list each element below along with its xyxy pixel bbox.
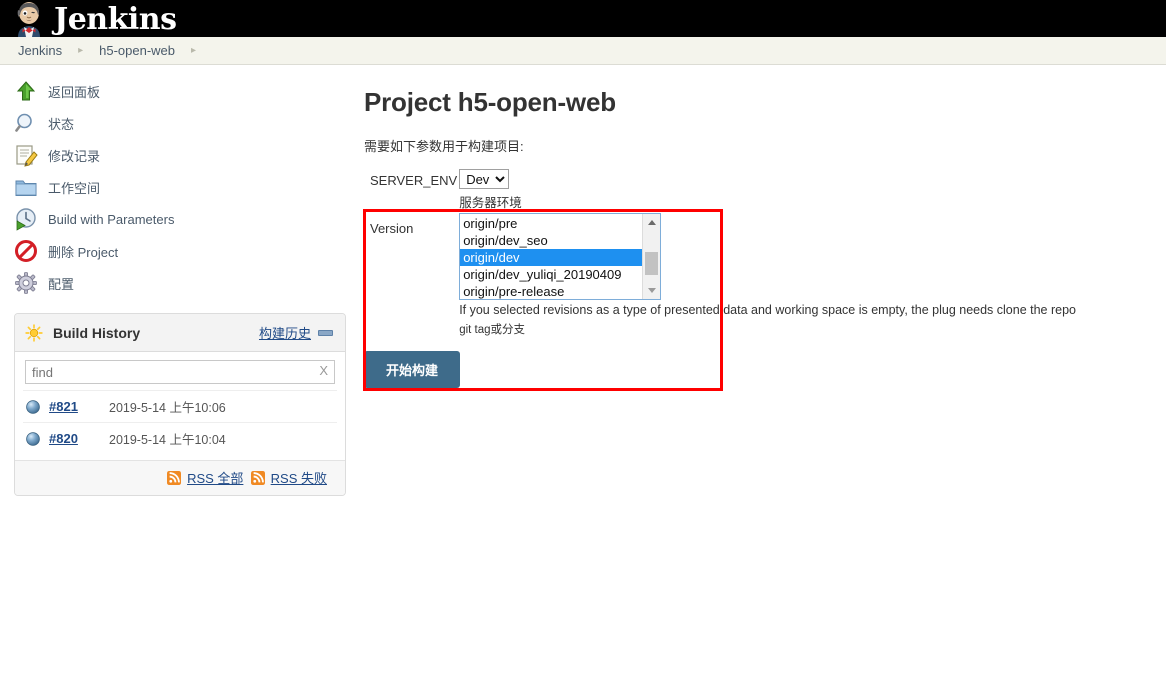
- parameter-control-cell: Dev 服务器环境: [459, 169, 1076, 211]
- gear-icon: [15, 272, 37, 294]
- top-header: Jenkins: [0, 0, 1166, 37]
- sidebar-item-status[interactable]: 状态: [0, 107, 360, 139]
- folder-icon: [15, 180, 37, 196]
- sidebar-item-label: 配置: [48, 276, 75, 292]
- sidebar-item-build-with-parameters[interactable]: Build with Parameters: [0, 203, 360, 235]
- collapse-icon[interactable]: [318, 329, 333, 336]
- main-content: Project h5-open-web 需要如下参数用于构建项目: SERVER…: [360, 65, 1166, 391]
- rss-failed-link[interactable]: RSS 失败: [271, 471, 327, 486]
- sidebar-item-label: 工作空间: [48, 180, 101, 196]
- no-entry-icon: [15, 240, 37, 262]
- start-build-button[interactable]: 开始构建: [364, 351, 461, 388]
- parameter-description: 服务器环境: [459, 196, 522, 210]
- blue-ball-icon: [26, 399, 40, 414]
- listbox-scrollbar[interactable]: [642, 214, 661, 299]
- jenkins-wordmark: Jenkins: [54, 2, 177, 37]
- list-item-selected[interactable]: origin/dev: [460, 249, 643, 266]
- jenkins-logo[interactable]: Jenkins: [10, 0, 177, 37]
- blue-ball-icon: [26, 431, 40, 446]
- breadcrumb-separator-icon: ▸: [78, 44, 84, 56]
- list-item[interactable]: origin/pre-release: [460, 283, 642, 299]
- sidebar-item-configure[interactable]: 配置: [0, 267, 360, 299]
- page-body: 返回面板 状态 修改记录 工作空间 Build with Parameters …: [0, 65, 1166, 496]
- parameters-intro: 需要如下参数用于构建项目:: [364, 139, 524, 154]
- parameter-control-cell: origin/pre origin/dev_seo origin/dev ori…: [459, 211, 1076, 337]
- rss-all-link[interactable]: RSS 全部: [187, 471, 243, 486]
- build-date: 2019-5-14 上午10:04: [109, 433, 226, 447]
- notepad-pencil-icon: [16, 145, 38, 167]
- build-history-header: Build History 构建历史: [15, 314, 345, 352]
- breadcrumb-item-jenkins[interactable]: Jenkins: [16, 43, 64, 58]
- parameter-label: SERVER_ENV: [370, 173, 458, 188]
- breadcrumb-separator-icon-2: ▸: [191, 44, 197, 56]
- table-row[interactable]: #821 2019-5-14 上午10:06: [23, 390, 337, 422]
- version-listbox[interactable]: origin/pre origin/dev_seo origin/dev ori…: [459, 213, 662, 300]
- build-history-title: Build History: [53, 324, 141, 341]
- sidebar-item-label: 修改记录: [48, 148, 101, 164]
- parameter-row-version: Version origin/pre origin/dev_seo origin…: [370, 211, 1076, 337]
- parameters-table: SERVER_ENV Dev 服务器环境 Version origin/pre …: [370, 169, 1076, 337]
- sidebar-item-back-to-dashboard[interactable]: 返回面板: [0, 75, 360, 107]
- server-env-select[interactable]: Dev: [459, 169, 510, 189]
- search-input[interactable]: [25, 360, 335, 384]
- scroll-down-arrow-icon[interactable]: [643, 282, 661, 299]
- build-history-footer: RSS 全部 RSS 失败: [15, 460, 345, 495]
- build-date: 2019-5-14 上午10:06: [109, 401, 226, 415]
- build-history-trend-link[interactable]: 构建历史: [259, 323, 311, 342]
- parameter-row-server-env: SERVER_ENV Dev 服务器环境: [370, 169, 1076, 211]
- scroll-up-arrow-icon[interactable]: [643, 214, 661, 231]
- up-arrow-icon: [16, 81, 36, 101]
- sidebar-item-label: 状态: [48, 116, 75, 132]
- build-history-body: X #821 2019-5-14 上午10:06: [15, 352, 345, 454]
- sidebar-item-label: Build with Parameters: [48, 211, 175, 227]
- build-find-wrap: X: [25, 360, 335, 384]
- parameter-description-secondary: git tag或分支: [459, 324, 526, 336]
- scrollbar-thumb[interactable]: [645, 252, 659, 275]
- sun-icon: [25, 323, 43, 342]
- sidebar-item-changes[interactable]: 修改记录: [0, 139, 360, 171]
- page-title: Project h5-open-web: [364, 87, 616, 117]
- sidebar-item-workspace[interactable]: 工作空间: [0, 171, 360, 203]
- rss-icon: [167, 471, 182, 485]
- list-item[interactable]: origin/dev_seo: [460, 232, 642, 249]
- rss-icon: [251, 471, 266, 485]
- build-number-link[interactable]: #820: [49, 431, 103, 446]
- sidebar: 返回面板 状态 修改记录 工作空间 Build with Parameters …: [0, 65, 360, 496]
- breadcrumb: Jenkins ▸ h5-open-web ▸: [0, 37, 1166, 65]
- table-row[interactable]: #820 2019-5-14 上午10:04: [23, 422, 337, 454]
- parameter-description: If you selected revisions as a type of p…: [459, 303, 1076, 317]
- breadcrumb-item-project[interactable]: h5-open-web: [97, 43, 177, 58]
- parameter-label: Version: [370, 221, 414, 236]
- list-item[interactable]: origin/pre: [460, 215, 642, 232]
- list-item[interactable]: origin/dev_yuliqi_20190409: [460, 266, 642, 283]
- clock-play-icon: [16, 208, 36, 231]
- sidebar-item-delete-project[interactable]: 删除 Project: [0, 235, 360, 267]
- sidebar-item-label: 返回面板: [48, 84, 101, 100]
- magnifier-icon: [15, 113, 32, 132]
- build-history-panel: Build History 构建历史 X #821: [14, 313, 346, 496]
- build-number-link[interactable]: #821: [49, 399, 103, 414]
- clear-search-icon[interactable]: X: [319, 363, 328, 378]
- jenkins-butler-icon: [17, 2, 40, 37]
- version-options-list: origin/pre origin/dev_seo origin/dev ori…: [460, 214, 643, 299]
- sidebar-item-label: 删除 Project: [48, 244, 119, 260]
